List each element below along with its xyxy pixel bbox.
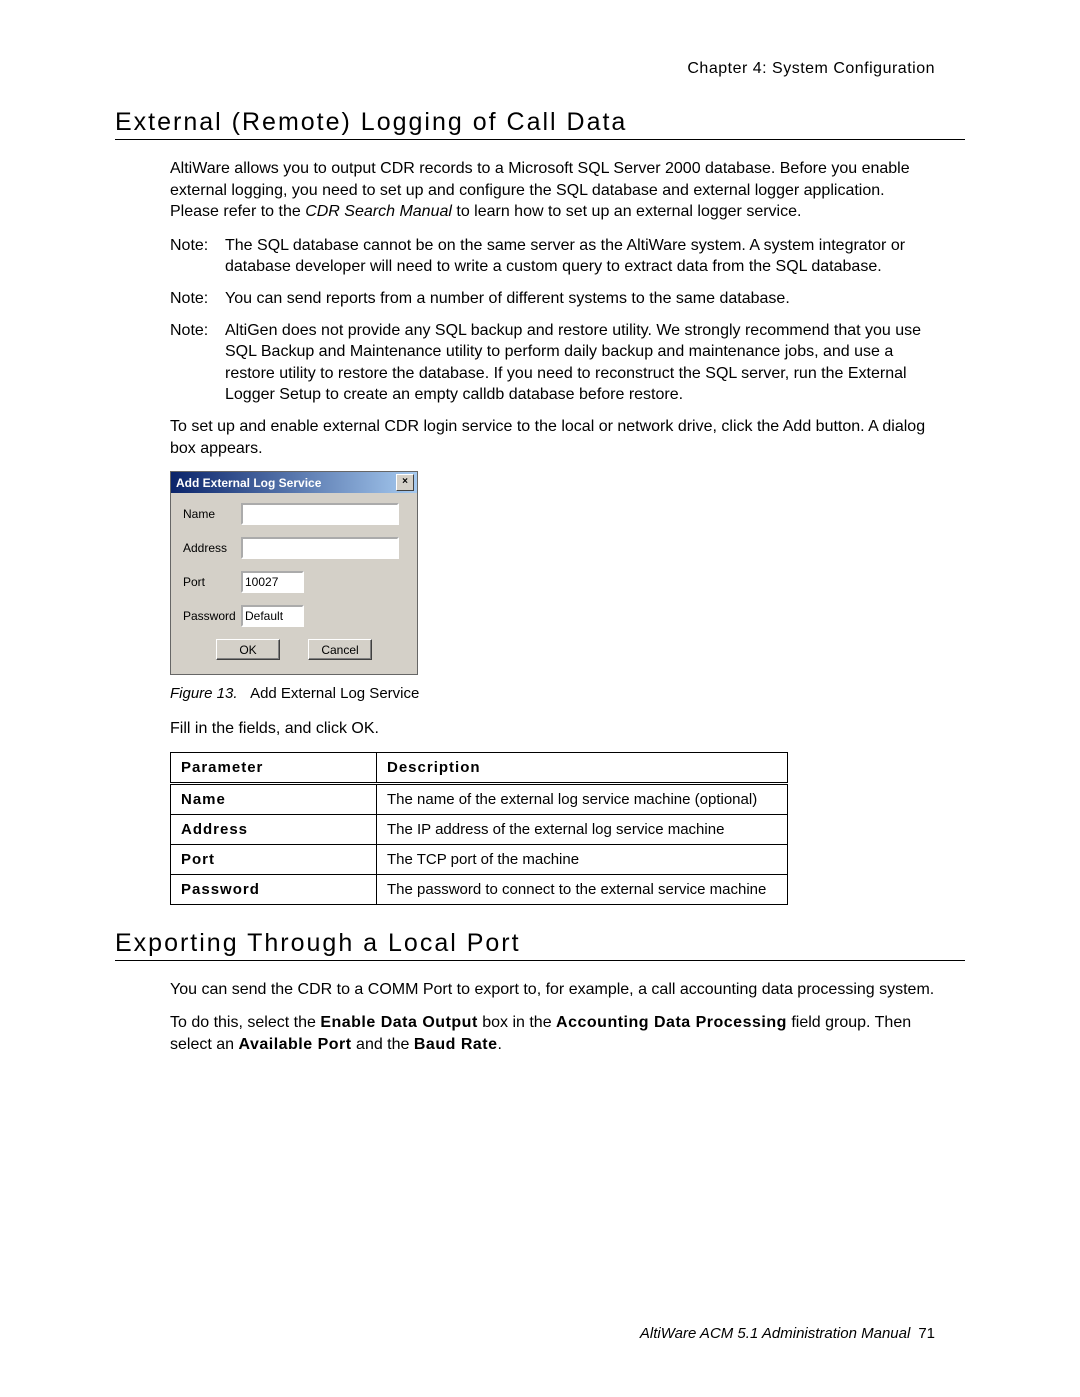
- export-paragraph-2: To do this, select the Enable Data Outpu…: [170, 1012, 935, 1055]
- note-label: Note:: [170, 320, 225, 406]
- parameter-table: Parameter Description Name The name of t…: [170, 752, 788, 905]
- desc-cell: The password to connect to the external …: [377, 874, 788, 904]
- add-external-log-dialog: Add External Log Service × Name Address …: [170, 471, 418, 675]
- p2-h: Baud Rate: [414, 1036, 498, 1053]
- note-row: Note: AltiGen does not provide any SQL b…: [170, 320, 935, 406]
- table-header-row: Parameter Description: [171, 752, 788, 783]
- dialog-row-name: Name: [183, 503, 405, 525]
- dialog-row-port: Port: [183, 571, 405, 593]
- figure-caption: Figure 13. Add External Log Service: [170, 685, 965, 702]
- note-label: Note:: [170, 235, 225, 278]
- p2-c: box in the: [478, 1014, 556, 1031]
- close-icon[interactable]: ×: [396, 474, 414, 491]
- password-label: Password: [183, 609, 241, 623]
- figure-text: Add External Log Service: [250, 685, 419, 702]
- name-label: Name: [183, 507, 241, 521]
- chapter-header: Chapter 4: System Configuration: [115, 60, 935, 78]
- document-page: Chapter 4: System Configuration External…: [0, 0, 1080, 1397]
- ok-button[interactable]: OK: [216, 639, 280, 660]
- param-cell: Password: [171, 874, 377, 904]
- password-input[interactable]: [241, 605, 304, 627]
- section-heading-exporting: Exporting Through a Local Port: [115, 929, 965, 961]
- dialog-titlebar: Add External Log Service ×: [171, 472, 417, 493]
- page-footer: AltiWare ACM 5.1 Administration Manual 71: [640, 1325, 935, 1342]
- cancel-button[interactable]: Cancel: [308, 639, 372, 660]
- fill-instruction: Fill in the fields, and click OK.: [170, 718, 935, 740]
- address-input[interactable]: [241, 537, 399, 559]
- address-label: Address: [183, 541, 241, 555]
- dialog-body: Name Address Port Password OK Cancel: [171, 493, 417, 674]
- p2-b: Enable Data Output: [320, 1014, 477, 1031]
- note-text: You can send reports from a number of di…: [225, 288, 935, 310]
- note-row: Note: The SQL database cannot be on the …: [170, 235, 935, 278]
- intro-text-b: to learn how to set up an external logge…: [452, 203, 802, 220]
- port-label: Port: [183, 575, 241, 589]
- name-input[interactable]: [241, 503, 399, 525]
- table-row: Address The IP address of the external l…: [171, 814, 788, 844]
- table-row: Password The password to connect to the …: [171, 874, 788, 904]
- desc-cell: The name of the external log service mac…: [377, 783, 788, 814]
- section-heading-external-logging: External (Remote) Logging of Call Data: [115, 108, 965, 140]
- param-cell: Name: [171, 783, 377, 814]
- note-text: AltiGen does not provide any SQL backup …: [225, 320, 935, 406]
- manual-title: AltiWare ACM 5.1 Administration Manual: [640, 1325, 910, 1342]
- note-label: Note:: [170, 288, 225, 310]
- param-cell: Address: [171, 814, 377, 844]
- setup-paragraph: To set up and enable external CDR login …: [170, 416, 935, 459]
- page-number: 71: [918, 1325, 935, 1342]
- intro-text-ital: CDR Search Manual: [305, 203, 452, 220]
- figure-number: Figure 13.: [170, 685, 238, 702]
- p2-d: Accounting Data Processing: [556, 1014, 787, 1031]
- dialog-buttons: OK Cancel: [183, 639, 405, 660]
- dialog-row-password: Password: [183, 605, 405, 627]
- p2-f: Available Port: [238, 1036, 351, 1053]
- p2-i: .: [498, 1036, 502, 1053]
- col-parameter: Parameter: [171, 752, 377, 783]
- dialog-row-address: Address: [183, 537, 405, 559]
- export-paragraph-1: You can send the CDR to a COMM Port to e…: [170, 979, 935, 1001]
- note-row: Note: You can send reports from a number…: [170, 288, 935, 310]
- p2-a: To do this, select the: [170, 1014, 320, 1031]
- desc-cell: The TCP port of the machine: [377, 844, 788, 874]
- col-description: Description: [377, 752, 788, 783]
- note-text: The SQL database cannot be on the same s…: [225, 235, 935, 278]
- table-row: Name The name of the external log servic…: [171, 783, 788, 814]
- intro-paragraph: AltiWare allows you to output CDR record…: [170, 158, 935, 223]
- p2-g: and the: [352, 1036, 414, 1053]
- table-row: Port The TCP port of the machine: [171, 844, 788, 874]
- param-cell: Port: [171, 844, 377, 874]
- desc-cell: The IP address of the external log servi…: [377, 814, 788, 844]
- port-input[interactable]: [241, 571, 304, 593]
- dialog-title: Add External Log Service: [176, 476, 396, 490]
